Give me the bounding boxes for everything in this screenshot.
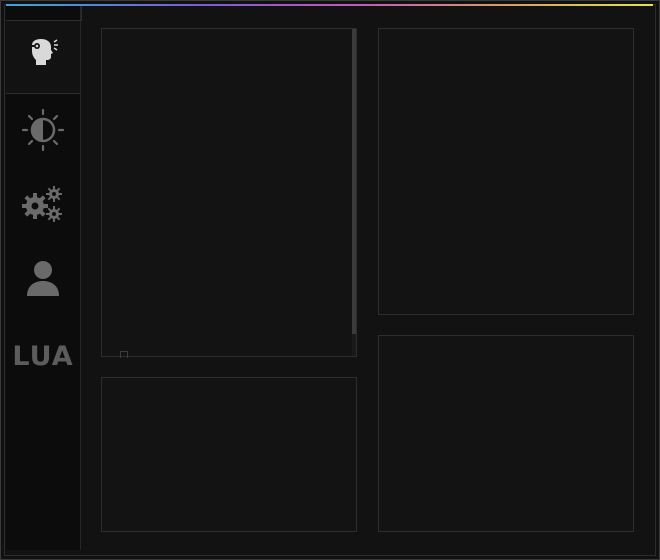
accent-gradient-bar	[6, 4, 653, 6]
panel-top-left	[101, 28, 357, 358]
gears-icon	[22, 186, 62, 222]
panel-top-right	[378, 28, 634, 315]
tab-visuals[interactable]	[6, 94, 80, 166]
user-icon	[27, 261, 59, 296]
lua-tab-label: LUA	[12, 340, 74, 372]
tab-players[interactable]	[6, 242, 80, 314]
tab-lua[interactable]: LUA	[6, 320, 80, 392]
scrollbar-thumb[interactable]	[352, 29, 356, 334]
checkbox[interactable]	[120, 351, 128, 358]
brightness-icon	[21, 108, 65, 152]
panel-bottom-left	[101, 377, 357, 532]
panel-bottom-right	[378, 335, 634, 532]
tab-rage[interactable]	[6, 20, 80, 94]
sidebar-header-divider	[6, 6, 82, 21]
scrollbar-track[interactable]	[352, 29, 356, 356]
sidebar: LUA	[6, 6, 81, 550]
tab-misc[interactable]	[6, 168, 80, 240]
list-item[interactable]	[120, 350, 136, 358]
head-aim-icon	[28, 39, 58, 65]
